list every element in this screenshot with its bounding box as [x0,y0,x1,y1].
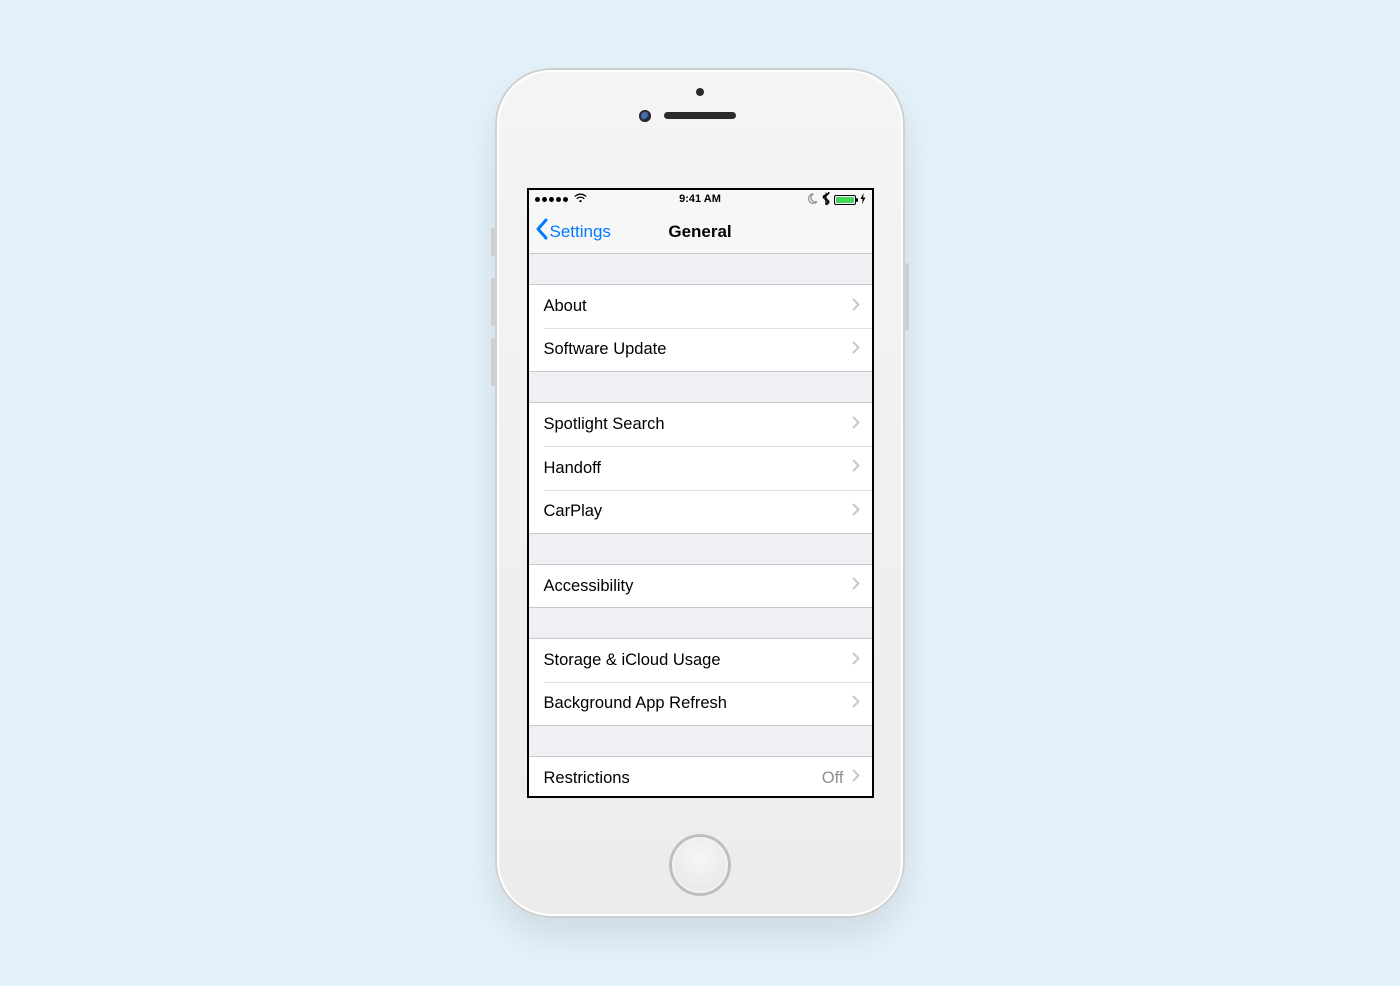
back-button[interactable]: Settings [529,218,611,245]
row-label: Accessibility [544,577,852,596]
phone-power-button [905,263,909,331]
chevron-right-icon [852,459,860,477]
phone-volume-down [491,338,495,386]
row-label: Software Update [544,340,852,359]
chevron-left-icon [535,218,548,245]
bluetooth-icon [822,192,830,208]
navigation-bar: Settings General [529,210,872,254]
phone-device-frame: 9:41 AM [495,68,905,918]
chevron-right-icon [852,695,860,713]
settings-group: Spotlight Search Handoff CarPlay [529,402,872,534]
row-label: Spotlight Search [544,415,852,434]
section-gap [529,372,872,402]
section-gap [529,534,872,564]
do-not-disturb-icon [807,193,818,207]
phone-screen: 9:41 AM [527,188,874,798]
home-button[interactable] [669,834,731,896]
settings-row-carplay[interactable]: CarPlay [529,490,872,534]
section-gap [529,608,872,638]
earpiece-speaker-icon [664,112,736,119]
row-label: CarPlay [544,502,852,521]
settings-group: RestrictionsOff [529,756,872,796]
settings-row-software-update[interactable]: Software Update [529,328,872,372]
settings-list[interactable]: About Software Update Spotlight Search Hand… [529,254,872,796]
phone-volume-up [491,278,495,326]
settings-row-storage-icloud[interactable]: Storage & iCloud Usage [529,638,872,682]
settings-row-background-app-refresh[interactable]: Background App Refresh [529,682,872,726]
charging-bolt-icon [860,193,866,207]
settings-group: Storage & iCloud Usage Background App Ref… [529,638,872,726]
chevron-right-icon [852,416,860,434]
settings-row-accessibility[interactable]: Accessibility [529,564,872,608]
status-bar: 9:41 AM [529,190,872,210]
chevron-right-icon [852,577,860,595]
settings-row-about[interactable]: About [529,284,872,328]
proximity-sensor-icon [696,88,704,96]
row-detail: Off [822,769,844,788]
back-button-label: Settings [550,222,611,242]
row-label: Storage & iCloud Usage [544,651,852,670]
chevron-right-icon [852,341,860,359]
chevron-right-icon [852,503,860,521]
chevron-right-icon [852,652,860,670]
settings-row-handoff[interactable]: Handoff [529,446,872,490]
row-label: Restrictions [544,769,822,788]
chevron-right-icon [852,298,860,316]
settings-group: About Software Update [529,284,872,372]
row-label: Background App Refresh [544,694,852,713]
front-camera-icon [639,110,651,122]
chevron-right-icon [852,769,860,787]
row-label: Handoff [544,459,852,478]
section-gap [529,254,872,284]
settings-group: Accessibility [529,564,872,608]
status-right [807,192,866,208]
settings-row-restrictions[interactable]: RestrictionsOff [529,756,872,796]
phone-mute-switch [491,228,495,256]
row-label: About [544,297,852,316]
settings-row-spotlight-search[interactable]: Spotlight Search [529,402,872,446]
section-gap [529,726,872,756]
battery-icon [834,195,856,205]
